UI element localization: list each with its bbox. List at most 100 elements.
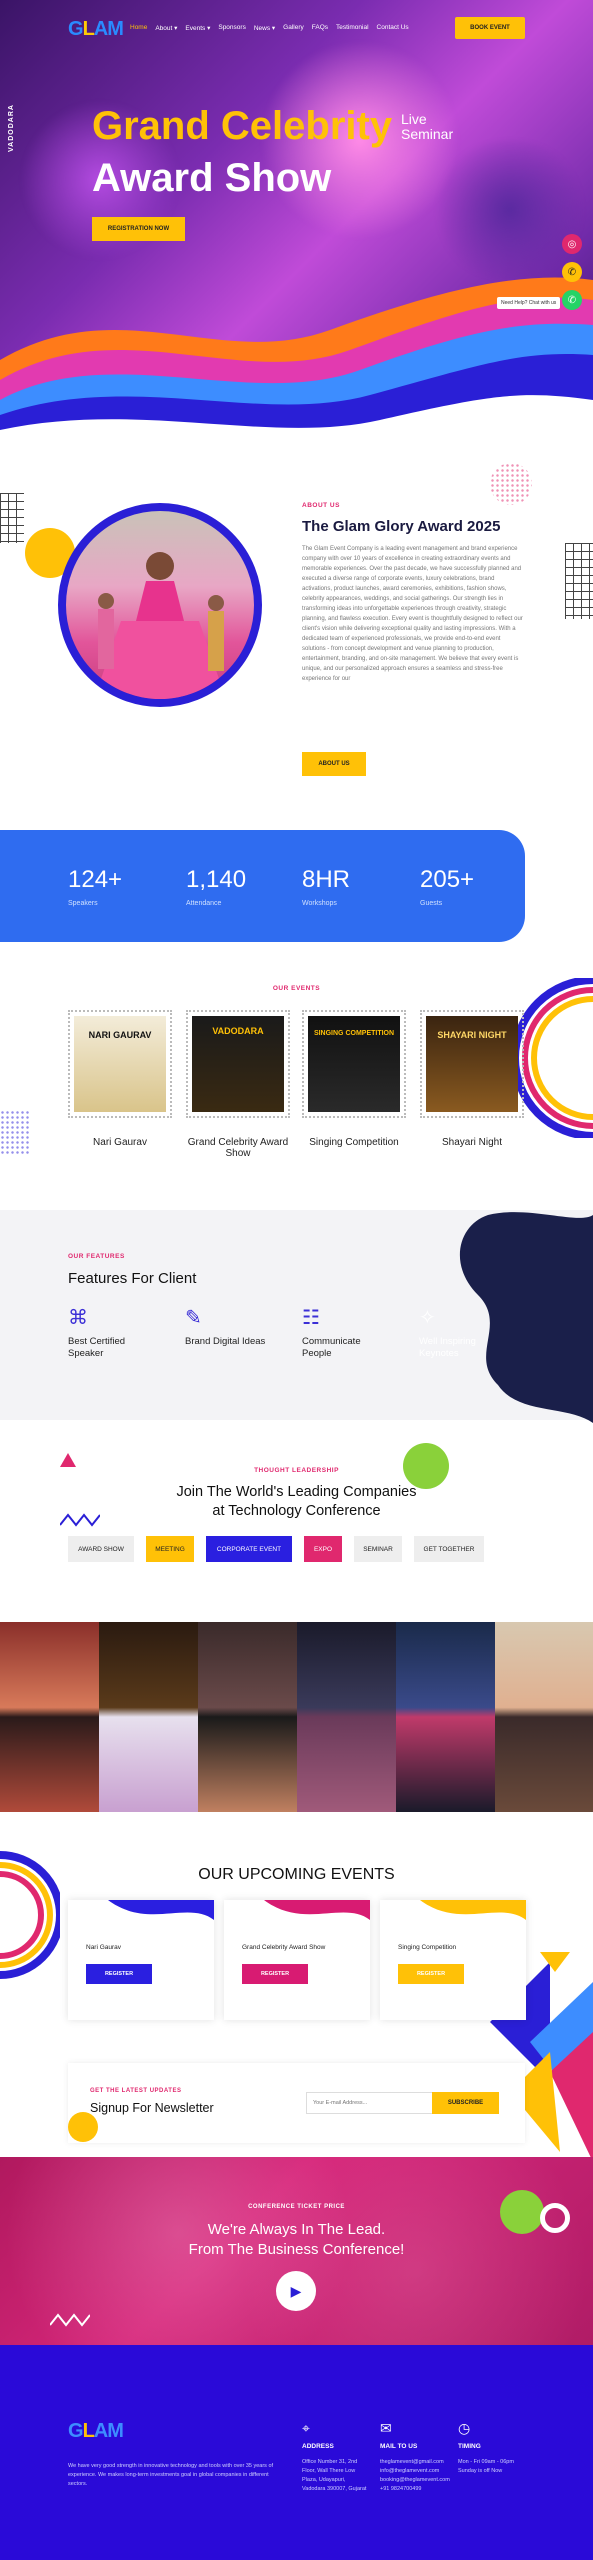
nav-item-sponsors[interactable]: Sponsors — [218, 24, 245, 32]
registration-button[interactable]: REGISTRATION NOW — [92, 217, 185, 241]
nav-item-faqs[interactable]: FAQs — [312, 24, 328, 32]
mail-link[interactable]: theglamevent@gmail.com — [380, 2458, 450, 2467]
about-photo-graphic — [94, 552, 226, 699]
card-wave — [420, 1900, 526, 1920]
about-us-button[interactable]: ABOUT US — [302, 752, 366, 776]
instagram-button[interactable]: ◎ — [562, 234, 582, 254]
subscribe-button[interactable]: SUBSCRIBE — [432, 2092, 499, 2114]
pill-award-show[interactable]: AWARD SHOW — [68, 1536, 134, 1562]
event-poster-text: NARI GAURAV — [88, 1030, 152, 1040]
event-name[interactable]: Grand Celebrity Award Show — [179, 1137, 297, 1159]
conference-tag: CONFERENCE TICKET PRICE — [248, 2204, 345, 2210]
event-name[interactable]: Shayari Night — [413, 1137, 531, 1148]
event-poster: SINGING COMPETITION — [308, 1016, 400, 1112]
footer — [0, 2345, 593, 2560]
pill-meeting[interactable]: MEETING — [146, 1536, 194, 1562]
upcoming-card[interactable]: Singing Competition REGISTER — [380, 1900, 526, 2020]
stat-number: 205+ — [420, 866, 475, 893]
newsletter-tag: GET THE LATEST UPDATES — [90, 2088, 182, 2094]
phone-icon: ✆ — [567, 266, 577, 278]
register-button[interactable]: REGISTER — [86, 1964, 152, 1984]
people-icon: ☷ — [302, 1307, 320, 1329]
newsletter-email-input[interactable] — [306, 2092, 434, 2114]
nav-item-gallery[interactable]: Gallery — [283, 24, 304, 32]
footer-about-text: We have very good strength in innovative… — [68, 2463, 274, 2487]
site-logo[interactable]: GLAM — [68, 18, 126, 42]
gallery-image[interactable] — [396, 1622, 495, 1812]
upcoming-card[interactable]: Nari Gaurav REGISTER — [68, 1900, 214, 2020]
gallery-image[interactable] — [99, 1622, 198, 1812]
mail-block: theglamevent@gmail.com info@theglamevent… — [380, 2458, 450, 2494]
address-line: Vadodara 390007, Gujarat — [302, 2486, 367, 2492]
about-body: The Glam Event Company is a leading even… — [302, 546, 523, 682]
thought-title: Join The World's Leading Companies at Te… — [0, 1483, 593, 1521]
stats-band: 124+ Speakers 1,140 Attendance 8HR Works… — [0, 830, 525, 942]
feature-item: ☷ Communicate People — [302, 1305, 392, 1360]
gallery-image[interactable] — [198, 1622, 297, 1812]
stat-workshops: 8HR Workshops — [302, 866, 350, 907]
upcoming-event-name: Grand Celebrity Award Show — [242, 1944, 326, 1951]
nav-item-about[interactable]: About ▾ — [155, 24, 177, 32]
nav-item-events[interactable]: Events ▾ — [185, 24, 210, 32]
event-card-nari-gaurav[interactable]: NARI GAURAV — [68, 1010, 172, 1118]
phone-link[interactable]: +91 9824700499 — [380, 2485, 450, 2494]
feature-title: Best Certified Speaker — [68, 1336, 126, 1359]
call-button[interactable]: ✆ — [562, 262, 582, 282]
event-name[interactable]: Singing Competition — [295, 1137, 413, 1148]
stat-label: Guests — [420, 900, 443, 907]
register-button[interactable]: REGISTER — [398, 1964, 464, 1984]
instagram-icon: ◎ — [567, 238, 577, 250]
nav-item-testimonial[interactable]: Testimonial — [336, 24, 369, 32]
main-nav: GLAM Home About ▾ Events ▾ Sponsors News… — [0, 14, 593, 44]
gallery-image[interactable] — [0, 1622, 99, 1812]
digital-ideas-icon: ✎ — [185, 1307, 202, 1329]
gallery-image[interactable] — [297, 1622, 396, 1812]
decor-dots — [490, 463, 532, 505]
newsletter-title: Signup For Newsletter — [90, 2101, 214, 2115]
hero-title-line1: Grand Celebrity — [92, 104, 393, 148]
feature-title: Well Inspiring Keynotes — [419, 1336, 476, 1359]
conference-title: We're Always In The Lead. From The Busin… — [0, 2220, 593, 2260]
mail-link[interactable]: info@theglamevent.com — [380, 2467, 450, 2476]
mail-title: MAIL TO US — [380, 2443, 418, 2450]
event-card-grand-celebrity[interactable]: VADODARA — [186, 1010, 290, 1118]
nav-item-news[interactable]: News ▾ — [254, 24, 275, 32]
hero-wave-graphic — [0, 277, 593, 450]
decor-triangle — [60, 1453, 76, 1467]
stat-attendance: 1,140 Attendance — [186, 866, 246, 907]
pill-corporate-event[interactable]: CORPORATE EVENT — [206, 1536, 292, 1562]
pill-get-together[interactable]: GET TOGETHER — [414, 1536, 484, 1562]
feature-title: Communicate People — [302, 1336, 361, 1359]
conference-line2: From The Business Conference! — [188, 2241, 405, 2258]
event-name[interactable]: Nari Gaurav — [61, 1137, 179, 1148]
event-poster-text: SINGING COMPETITION — [313, 1030, 395, 1037]
address-line: Office Number 31, 2nd — [302, 2459, 358, 2465]
footer-logo[interactable]: GLAM — [68, 2420, 124, 2443]
nav-menu: Home About ▾ Events ▾ Sponsors News ▾ Ga… — [130, 24, 409, 32]
stat-label: Workshops — [302, 900, 337, 907]
about-tag: ABOUT US — [302, 502, 340, 509]
decor-dots-left — [0, 1110, 30, 1154]
decor-grid-left — [0, 493, 24, 543]
event-card-shayari[interactable]: SHAYARI NIGHT — [420, 1010, 524, 1118]
address-title: ADDRESS — [302, 2443, 334, 2450]
nav-item-home[interactable]: Home — [130, 24, 147, 32]
timing-line: Mon - Fri 09am - 06pm — [458, 2459, 514, 2465]
nav-item-contact[interactable]: Contact Us — [377, 24, 409, 32]
whatsapp-button[interactable]: ✆ — [562, 290, 582, 310]
gallery-image[interactable] — [495, 1622, 593, 1812]
event-card-singing[interactable]: SINGING COMPETITION — [302, 1010, 406, 1118]
pill-seminar[interactable]: SEMINAR — [354, 1536, 402, 1562]
mail-link[interactable]: booking@theglamevent.com — [380, 2476, 450, 2485]
whatsapp-icon: ✆ — [567, 294, 577, 306]
conference-line1: We're Always In The Lead. — [207, 2221, 386, 2238]
register-button[interactable]: REGISTER — [242, 1964, 308, 1984]
stat-number: 1,140 — [186, 866, 247, 893]
upcoming-card[interactable]: Grand Celebrity Award Show REGISTER — [224, 1900, 370, 2020]
address-line: Plaza, Udayapuri, — [302, 2477, 346, 2483]
pill-expo[interactable]: EXPO — [304, 1536, 342, 1562]
book-event-button[interactable]: BOOK EVENT — [455, 17, 525, 39]
hero-live-line1: Live — [401, 111, 427, 127]
hero-side-text: VADODARA — [8, 104, 15, 152]
play-video-button[interactable]: ▶ — [276, 2271, 316, 2311]
